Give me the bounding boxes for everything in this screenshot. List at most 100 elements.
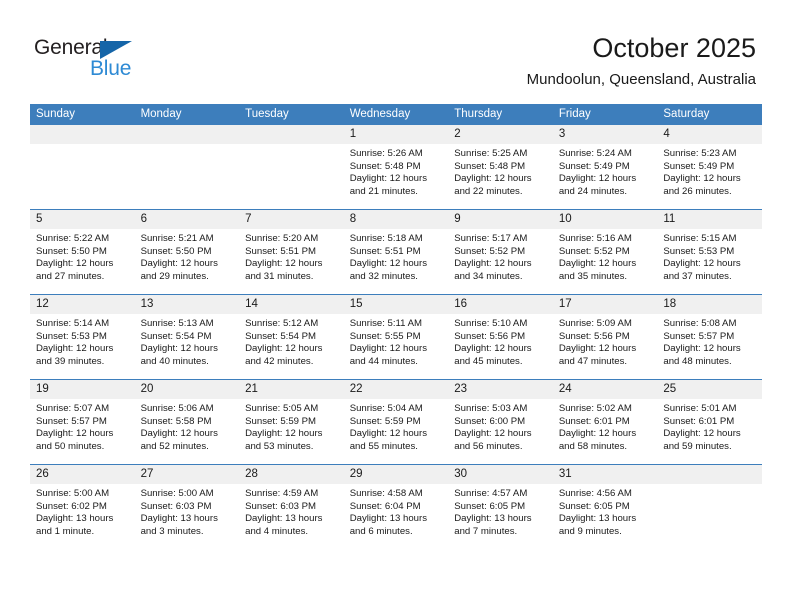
day-number: 9 (448, 210, 553, 229)
day-cell[interactable]: 23 Sunrise: 5:03 AM Sunset: 6:00 PM Dayligh… (448, 379, 553, 465)
day-number: 5 (30, 210, 135, 229)
sunrise-time: Sunrise: 5:08 AM (663, 318, 737, 329)
day-cell[interactable]: 7 Sunrise: 5:20 AM Sunset: 5:51 PM Daylight… (239, 209, 344, 295)
calendar-grid: Sunday Monday Tuesday Wednesday Thursday Frid… (30, 104, 762, 549)
sunset-time: Sunset: 6:03 PM (245, 500, 317, 512)
daylight-hours: Daylight: 13 hours (558, 513, 637, 525)
day-details: Sunrise: 5:25 AM Sunset: 5:48 PM Daylight:… (448, 144, 553, 198)
day-details: Sunrise: 5:17 AM Sunset: 5:52 PM Daylight:… (448, 229, 553, 283)
day-details: Sunrise: 5:24 AM Sunset: 5:49 PM Daylight:… (553, 144, 658, 198)
day-number: 31 (552, 465, 658, 484)
sunset-time: Sunset: 5:57 PM (36, 415, 107, 427)
daylight-hours: Daylight: 12 hours (349, 173, 428, 185)
day-cell[interactable]: 13 Sunrise: 5:13 AM Sunset: 5:54 PM Dayligh… (134, 294, 240, 380)
sunset-time: Sunset: 6:03 PM (140, 500, 212, 512)
day-details: Sunrise: 5:20 AM Sunset: 5:51 PM Daylight:… (239, 229, 344, 283)
day-cell[interactable]: 9 Sunrise: 5:17 AM Sunset: 5:52 PM Daylight… (448, 209, 553, 295)
day-cell[interactable]: 15 Sunrise: 5:11 AM Sunset: 5:55 PM Dayligh… (343, 294, 449, 380)
page-title: October 2025 (592, 33, 756, 63)
logo-text-blue: Blue (90, 57, 132, 80)
day-details: Sunrise: 5:08 AM Sunset: 5:57 PM Daylight:… (657, 314, 762, 368)
day-number: 14 (239, 295, 344, 314)
day-cell[interactable]: 11 Sunrise: 5:15 AM Sunset: 5:53 PM Dayligh… (657, 209, 762, 295)
daylight-minutes: and 48 minutes. (663, 355, 732, 367)
day-cell[interactable]: 2 Sunrise: 5:25 AM Sunset: 5:48 PM Daylight… (448, 125, 553, 210)
weekday-header-wednesday: Wednesday (343, 104, 449, 125)
day-number: 22 (343, 380, 449, 399)
day-cell-empty (657, 464, 762, 549)
day-number: 1 (343, 125, 449, 144)
sunset-time: Sunset: 5:49 PM (663, 160, 735, 172)
day-cell[interactable]: 29 Sunrise: 4:58 AM Sunset: 6:04 PM Dayligh… (343, 464, 449, 549)
day-cell[interactable]: 18 Sunrise: 5:08 AM Sunset: 5:57 PM Dayligh… (657, 294, 762, 380)
calendar-week-row: 26 Sunrise: 5:00 AM Sunset: 6:02 PM Dayligh… (30, 464, 762, 549)
daylight-hours: Daylight: 12 hours (454, 258, 532, 270)
sunset-time: Sunset: 5:56 PM (454, 330, 526, 342)
day-cell[interactable]: 31 Sunrise: 4:56 AM Sunset: 6:05 PM Dayligh… (552, 464, 658, 549)
day-cell[interactable]: 5 Sunrise: 5:22 AM Sunset: 5:50 PM Daylight… (30, 209, 135, 295)
day-cell[interactable]: 6 Sunrise: 5:21 AM Sunset: 5:50 PM Daylight… (134, 209, 240, 295)
day-cell[interactable]: 27 Sunrise: 5:00 AM Sunset: 6:03 PM Dayligh… (134, 464, 240, 549)
sunrise-time: Sunrise: 5:16 AM (558, 233, 632, 244)
daylight-hours: Daylight: 13 hours (454, 513, 532, 525)
daylight-minutes: and 55 minutes. (349, 440, 418, 452)
day-number: 29 (343, 465, 449, 484)
sunrise-time: Sunrise: 5:22 AM (36, 233, 110, 244)
daylight-minutes: and 3 minutes. (140, 525, 204, 537)
day-number: 2 (448, 125, 553, 144)
sunset-time: Sunset: 5:49 PM (558, 160, 630, 172)
sunrise-time: Sunrise: 5:02 AM (558, 403, 632, 414)
daylight-hours: Daylight: 12 hours (663, 428, 741, 440)
sunrise-time: Sunrise: 5:01 AM (663, 403, 737, 414)
day-details: Sunrise: 5:09 AM Sunset: 5:56 PM Daylight:… (553, 314, 658, 368)
daylight-hours: Daylight: 12 hours (454, 173, 532, 185)
day-cell[interactable]: 19 Sunrise: 5:07 AM Sunset: 5:57 PM Dayligh… (30, 379, 135, 465)
day-number: 10 (552, 210, 658, 229)
daylight-hours: Daylight: 12 hours (36, 428, 114, 440)
day-details: Sunrise: 5:05 AM Sunset: 5:59 PM Daylight:… (239, 399, 344, 453)
day-cell[interactable]: 10 Sunrise: 5:16 AM Sunset: 5:52 PM Dayligh… (552, 209, 658, 295)
day-cell[interactable]: 4 Sunrise: 5:23 AM Sunset: 5:49 PM Daylight… (657, 125, 762, 210)
daylight-minutes: and 31 minutes. (245, 270, 314, 282)
day-cell[interactable]: 3 Sunrise: 5:24 AM Sunset: 5:49 PM Daylight… (552, 125, 658, 210)
day-cell[interactable]: 14 Sunrise: 5:12 AM Sunset: 5:54 PM Dayligh… (239, 294, 344, 380)
sunrise-time: Sunrise: 5:05 AM (245, 403, 319, 414)
sunset-time: Sunset: 5:52 PM (558, 245, 630, 257)
daylight-minutes: and 27 minutes. (36, 270, 105, 282)
day-details: Sunrise: 4:58 AM Sunset: 6:04 PM Daylight:… (344, 484, 449, 538)
day-number: 19 (30, 380, 135, 399)
day-cell[interactable]: 1 Sunrise: 5:26 AM Sunset: 5:48 PM Daylight… (343, 125, 449, 210)
sunset-time: Sunset: 5:54 PM (140, 330, 212, 342)
day-cell[interactable]: 20 Sunrise: 5:06 AM Sunset: 5:58 PM Dayligh… (134, 379, 240, 465)
day-details: Sunrise: 5:13 AM Sunset: 5:54 PM Daylight:… (135, 314, 240, 368)
day-cell[interactable]: 12 Sunrise: 5:14 AM Sunset: 5:53 PM Dayligh… (30, 294, 135, 380)
day-details: Sunrise: 5:01 AM Sunset: 6:01 PM Daylight:… (657, 399, 762, 453)
sunrise-time: Sunrise: 5:00 AM (36, 488, 110, 499)
sunset-time: Sunset: 5:57 PM (663, 330, 735, 342)
day-number: 15 (343, 295, 449, 314)
day-details: Sunrise: 5:16 AM Sunset: 5:52 PM Daylight:… (553, 229, 658, 283)
day-details: Sunrise: 5:23 AM Sunset: 5:49 PM Daylight:… (657, 144, 762, 198)
day-cell[interactable]: 22 Sunrise: 5:04 AM Sunset: 5:59 PM Dayligh… (343, 379, 449, 465)
day-cell[interactable]: 8 Sunrise: 5:18 AM Sunset: 5:51 PM Daylight… (343, 209, 449, 295)
daylight-minutes: and 50 minutes. (36, 440, 105, 452)
day-cell[interactable]: 24 Sunrise: 5:02 AM Sunset: 6:01 PM Dayligh… (552, 379, 658, 465)
weekday-header-thursday: Thursday (448, 104, 553, 125)
day-cell[interactable]: 26 Sunrise: 5:00 AM Sunset: 6:02 PM Dayligh… (30, 464, 135, 549)
day-details: Sunrise: 5:12 AM Sunset: 5:54 PM Daylight:… (239, 314, 344, 368)
sunrise-time: Sunrise: 5:24 AM (558, 148, 632, 159)
day-details: Sunrise: 5:07 AM Sunset: 5:57 PM Daylight:… (30, 399, 135, 453)
day-cell[interactable]: 17 Sunrise: 5:09 AM Sunset: 5:56 PM Dayligh… (552, 294, 658, 380)
day-cell[interactable]: 25 Sunrise: 5:01 AM Sunset: 6:01 PM Dayligh… (657, 379, 762, 465)
day-cell[interactable]: 16 Sunrise: 5:10 AM Sunset: 5:56 PM Dayligh… (448, 294, 553, 380)
day-cell[interactable]: 28 Sunrise: 4:59 AM Sunset: 6:03 PM Dayligh… (239, 464, 344, 549)
day-cell[interactable]: 30 Sunrise: 4:57 AM Sunset: 6:05 PM Dayligh… (448, 464, 553, 549)
sunset-time: Sunset: 6:01 PM (663, 415, 735, 427)
sunset-time: Sunset: 5:59 PM (349, 415, 421, 427)
daylight-hours: Daylight: 12 hours (454, 343, 532, 355)
day-cell[interactable]: 21 Sunrise: 5:05 AM Sunset: 5:59 PM Dayligh… (239, 379, 344, 465)
sunset-time: Sunset: 6:00 PM (454, 415, 526, 427)
day-details: Sunrise: 5:15 AM Sunset: 5:53 PM Daylight:… (657, 229, 762, 283)
daylight-hours: Daylight: 13 hours (140, 513, 218, 525)
sunrise-time: Sunrise: 5:11 AM (349, 318, 423, 329)
